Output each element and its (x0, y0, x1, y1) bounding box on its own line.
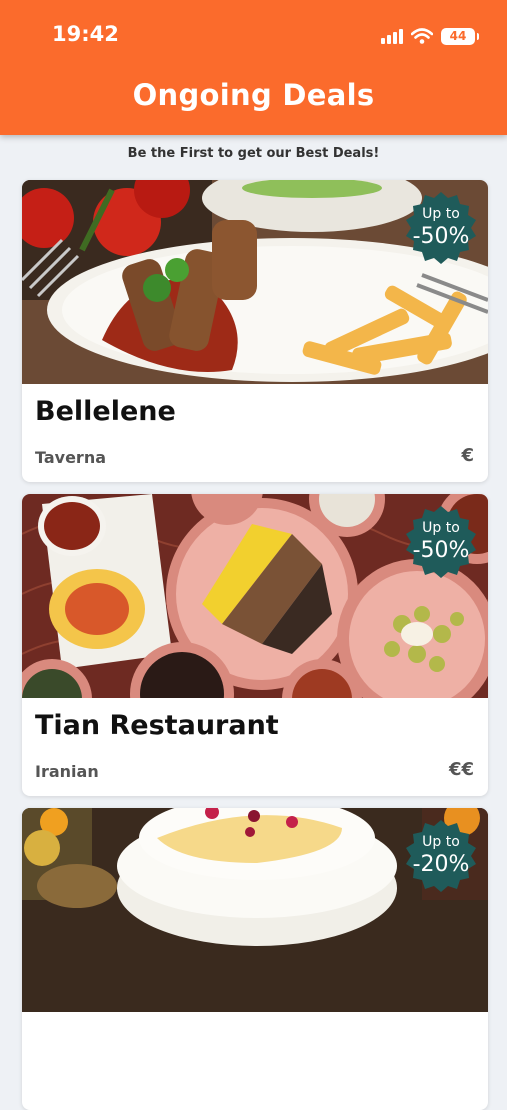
badge-discount: -20% (412, 852, 470, 877)
page-title: Ongoing Deals (132, 78, 375, 112)
badge-prefix: Up to (422, 834, 460, 850)
wifi-icon (410, 28, 434, 44)
battery-icon: 44 (441, 27, 479, 45)
discount-badge: Up to -50% (404, 192, 478, 266)
deal-card[interactable]: Up to -20% (22, 808, 488, 1110)
badge-discount: -50% (412, 224, 470, 249)
page-subtitle: Be the First to get our Best Deals! (127, 146, 380, 161)
deal-name: Bellelene (35, 396, 176, 427)
deal-card[interactable]: Up to -50% Tian Restaurant Iranian €€ (22, 494, 488, 796)
badge-prefix: Up to (422, 520, 460, 536)
status-icons: 44 (381, 24, 479, 48)
badge-prefix: Up to (422, 206, 460, 222)
deal-name: Tian Restaurant (35, 710, 279, 741)
discount-badge: Up to -50% (404, 506, 478, 580)
deal-category: Iranian (35, 762, 99, 781)
badge-discount: -50% (412, 538, 470, 563)
signal-icon (381, 28, 403, 44)
deal-category: Taverna (35, 448, 107, 467)
deal-price: € (461, 445, 474, 466)
deal-card[interactable]: Up to -50% Bellelene Taverna € (22, 180, 488, 482)
status-time: 19:42 (52, 22, 119, 46)
app-header: 19:42 44 Ongoing Deals (0, 0, 507, 135)
deal-price: €€ (448, 759, 474, 780)
discount-badge: Up to -20% (404, 820, 478, 894)
